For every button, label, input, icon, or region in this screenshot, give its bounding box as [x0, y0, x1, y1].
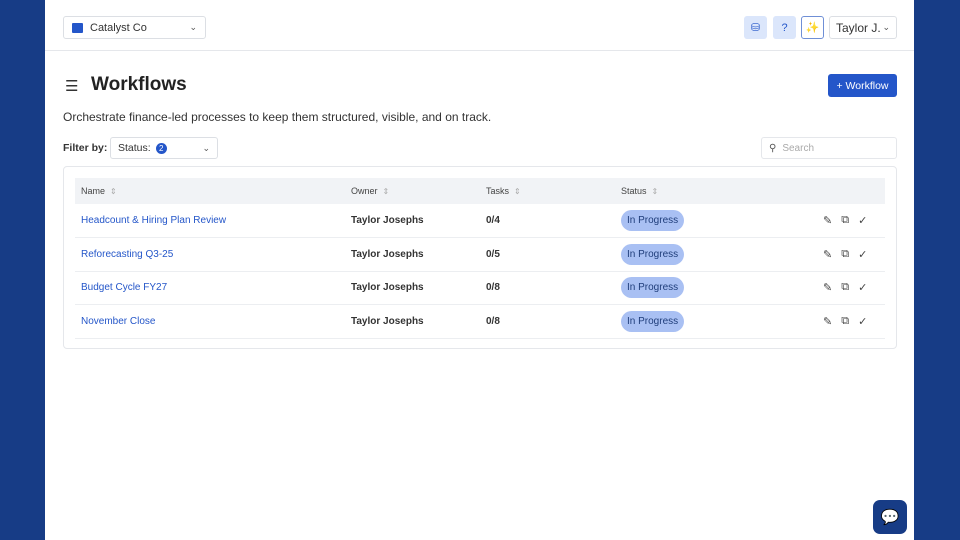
- edit-icon[interactable]: ✎: [823, 315, 832, 328]
- edit-icon[interactable]: ✎: [823, 214, 832, 227]
- check-circle-icon[interactable]: ✓: [858, 214, 867, 227]
- org-name: Catalyst Co: [90, 21, 147, 34]
- status-badge: In Progress: [621, 243, 685, 265]
- copy-icon[interactable]: ⧉: [841, 214, 849, 227]
- search-placeholder: Search: [782, 142, 815, 154]
- status-badge: In Progress: [621, 310, 685, 332]
- workflow-name-link[interactable]: Budget Cycle FY27: [81, 282, 167, 293]
- help-button[interactable]: ?: [773, 16, 796, 39]
- checklist-icon: ☰: [65, 78, 79, 95]
- column-header-tasks[interactable]: Tasks ⇕: [486, 186, 521, 196]
- status-badge: In Progress: [621, 277, 685, 298]
- tasks-count: 0/8: [486, 315, 500, 327]
- edit-icon[interactable]: ✎: [823, 281, 832, 294]
- table-row: Reforecasting Q3-25 Taylor Josephs 0/5 I…: [75, 238, 885, 272]
- owner: Taylor Josephs: [351, 248, 424, 260]
- sort-icon: ⇕: [382, 187, 390, 196]
- column-header-name[interactable]: Name ⇕: [81, 186, 117, 196]
- copy-icon[interactable]: ⧉: [841, 281, 849, 294]
- add-workflow-button[interactable]: + Workflow: [828, 74, 897, 97]
- workflow-name-link[interactable]: Headcount & Hiring Plan Review: [81, 215, 226, 226]
- check-circle-icon[interactable]: ✓: [858, 281, 867, 294]
- filter-label: Filter by:: [63, 142, 108, 154]
- owner: Taylor Josephs: [351, 315, 424, 327]
- top-bar: Catalyst Co ⌄ ⛁ ? ✨ Taylor J. ⌄: [45, 0, 914, 51]
- database-sync-button[interactable]: ⛁: [744, 16, 767, 39]
- status-filter-label: Status:: [118, 142, 151, 154]
- table-row: November Close Taylor Josephs 0/8 In Pro…: [75, 305, 885, 339]
- search-input[interactable]: ⚲ Search: [761, 137, 897, 159]
- sort-icon: ⇕: [110, 187, 117, 196]
- status-badge: In Progress: [621, 210, 685, 231]
- table-header: Name ⇕ Owner ⇕ Tasks ⇕ Status ⇕: [75, 178, 885, 204]
- tasks-count: 0/8: [486, 282, 500, 293]
- workflow-name-link[interactable]: November Close: [81, 316, 155, 327]
- status-filter[interactable]: Status: 2 ⌄: [110, 137, 218, 159]
- filter-count-badge: 2: [155, 142, 167, 154]
- copy-icon[interactable]: ⧉: [841, 248, 849, 261]
- ai-sparkles-button[interactable]: ✨: [801, 16, 824, 39]
- edit-icon[interactable]: ✎: [823, 248, 832, 261]
- chevron-down-icon: ⌄: [882, 22, 890, 32]
- column-header-owner[interactable]: Owner ⇕: [351, 186, 389, 196]
- owner: Taylor Josephs: [351, 282, 424, 293]
- check-circle-icon[interactable]: ✓: [858, 248, 867, 261]
- workflow-name-link[interactable]: Reforecasting Q3-25: [81, 249, 173, 260]
- column-header-status[interactable]: Status ⇕: [621, 186, 658, 196]
- copy-icon[interactable]: ⧉: [841, 315, 849, 328]
- workflows-table: Name ⇕ Owner ⇕ Tasks ⇕ Status ⇕ Headcount & …: [63, 166, 897, 349]
- table-row: Budget Cycle FY27 Taylor Josephs 0/8 In …: [75, 271, 885, 305]
- building-icon: [72, 22, 83, 33]
- table-row: Headcount & Hiring Plan Review Taylor Jo…: [75, 204, 885, 238]
- page-description: Orchestrate finance-led processes to kee…: [63, 110, 492, 124]
- app-window: Catalyst Co ⌄ ⛁ ? ✨ Taylor J. ⌄ ☰ Workflow…: [45, 0, 914, 540]
- sort-icon: ⇕: [514, 187, 521, 196]
- owner: Taylor Josephs: [351, 215, 424, 226]
- page-title: Workflows: [91, 74, 187, 95]
- org-selector[interactable]: Catalyst Co ⌄: [63, 16, 206, 39]
- tasks-count: 0/4: [486, 215, 500, 226]
- chat-button[interactable]: 💬: [873, 500, 907, 534]
- user-name: Taylor J.: [836, 20, 881, 35]
- tasks-count: 0/5: [486, 248, 500, 260]
- chevron-down-icon: ⌄: [202, 142, 210, 153]
- search-icon: ⚲: [769, 142, 777, 154]
- check-circle-icon[interactable]: ✓: [858, 315, 867, 328]
- sort-icon: ⇕: [651, 187, 659, 196]
- user-menu[interactable]: Taylor J. ⌄: [829, 16, 897, 39]
- chevron-down-icon: ⌄: [189, 22, 197, 32]
